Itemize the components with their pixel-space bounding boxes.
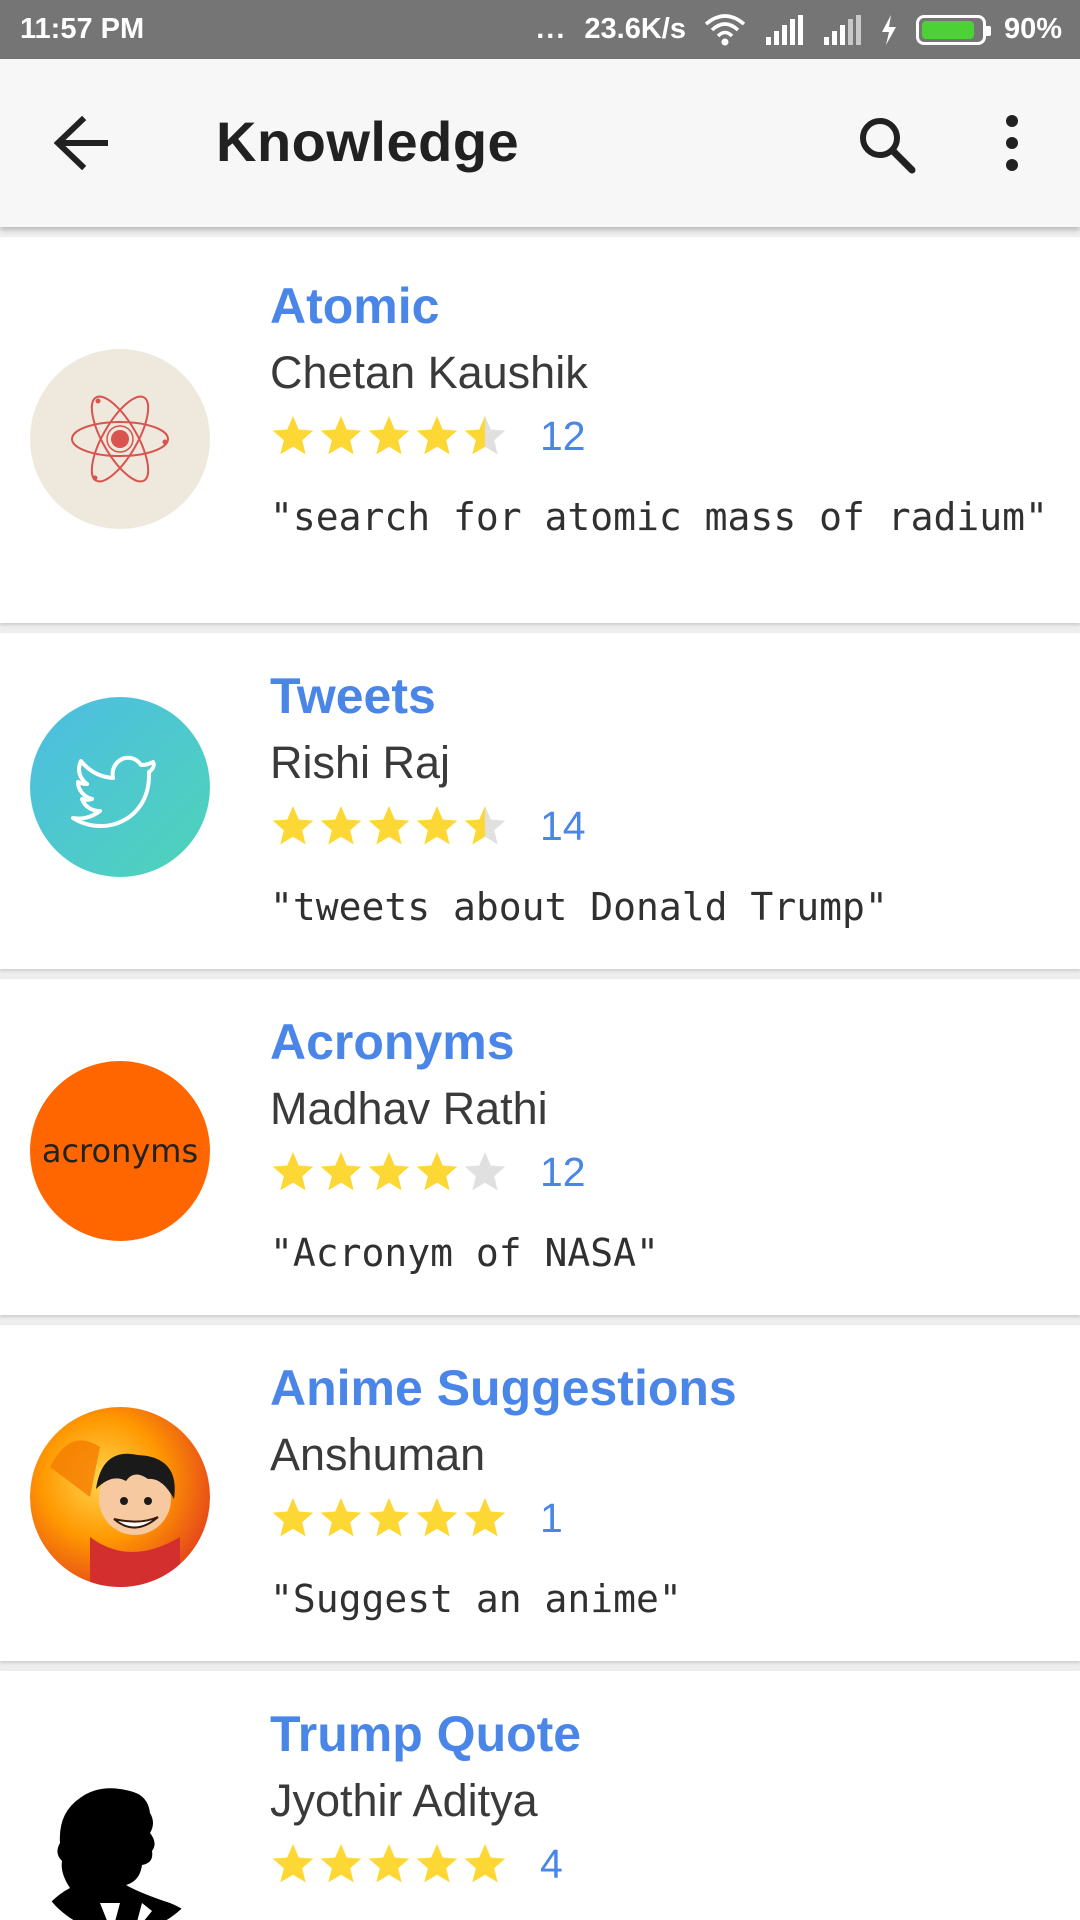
rating-row: 14 — [270, 801, 586, 851]
star-filled-icon — [272, 1151, 314, 1191]
skill-list: Atomic Chetan Kaushik 12 "search for ato… — [0, 227, 1080, 1920]
skill-card[interactable]: Tweets Rishi Raj 14 "tweets about Donald… — [0, 633, 1080, 969]
star-filled-icon — [368, 1151, 410, 1191]
star-filled-icon — [368, 805, 410, 845]
rating-row: 12 — [270, 411, 586, 461]
skill-author: Rishi Raj — [270, 737, 451, 788]
skill-author: Madhav Rathi — [270, 1083, 548, 1134]
skill-author: Anshuman — [270, 1429, 486, 1480]
star-filled-icon — [320, 415, 362, 455]
arrow-back-icon — [53, 115, 108, 171]
skill-name[interactable]: Acronyms — [270, 1013, 515, 1071]
rating-count: 14 — [540, 802, 586, 849]
signal-icon-1 — [764, 14, 804, 45]
anime-character-image — [30, 1407, 210, 1587]
page-title: Knowledge — [216, 110, 520, 173]
skill-card[interactable]: Atomic Chetan Kaushik 12 "search for ato… — [0, 237, 1080, 623]
wifi-icon — [704, 13, 746, 46]
skill-card[interactable]: Anime Suggestions Anshuman 1 "Suggest an… — [0, 1325, 1080, 1661]
battery-percent: 90% — [1003, 13, 1062, 45]
star-filled-icon — [320, 1843, 362, 1883]
battery-icon — [915, 14, 991, 45]
back-button[interactable] — [52, 115, 114, 171]
skill-name[interactable]: Anime Suggestions — [270, 1359, 737, 1417]
star-filled-icon — [272, 805, 314, 845]
rating-count: 4 — [540, 1840, 563, 1887]
network-speed: 23.6K/s — [584, 13, 686, 45]
star-filled-icon — [416, 1151, 458, 1191]
rating-row: 4 — [270, 1839, 563, 1889]
star-rating — [270, 413, 508, 459]
skill-author: Chetan Kaushik — [270, 347, 588, 398]
skill-name[interactable]: Trump Quote — [270, 1705, 581, 1763]
status-time: 11:57 PM — [20, 13, 145, 45]
star-half-icon — [464, 805, 506, 845]
rating-row: 12 — [270, 1147, 586, 1197]
star-filled-icon — [368, 1497, 410, 1537]
star-filled-icon — [272, 1843, 314, 1883]
example-query: "search for atomic mass of radium" — [270, 495, 1048, 539]
star-filled-icon — [464, 1497, 506, 1537]
star-half-icon — [464, 415, 506, 455]
star-filled-icon — [464, 1843, 506, 1883]
trump-silhouette-image — [30, 1753, 210, 1920]
more-options-button[interactable] — [992, 113, 1032, 173]
status-icons: ... 23.6K/s 90% — [536, 13, 1062, 46]
star-filled-icon — [368, 415, 410, 455]
signal-icon-2 — [822, 14, 862, 45]
star-filled-icon — [416, 1497, 458, 1537]
skill-name[interactable]: Atomic — [270, 277, 439, 335]
star-rating — [270, 1495, 508, 1541]
rating-row: 1 — [270, 1493, 563, 1543]
acronyms-logo-text: acronyms — [41, 1132, 199, 1170]
star-filled-icon — [416, 805, 458, 845]
star-empty-icon — [464, 1151, 506, 1191]
star-rating — [270, 1149, 508, 1195]
charging-icon — [880, 14, 898, 45]
example-query: "Suggest an anime" — [270, 1577, 682, 1621]
app-bar: Knowledge — [0, 59, 1080, 227]
star-filled-icon — [272, 415, 314, 455]
star-rating — [270, 803, 508, 849]
search-button[interactable] — [856, 114, 918, 176]
star-filled-icon — [416, 1843, 458, 1883]
skill-author: Jyothir Aditya — [270, 1775, 538, 1826]
atom-icon — [30, 349, 210, 529]
status-dots: ... — [536, 13, 567, 45]
rating-count: 12 — [540, 412, 586, 459]
star-filled-icon — [272, 1497, 314, 1537]
star-filled-icon — [320, 1497, 362, 1537]
star-filled-icon — [320, 805, 362, 845]
search-icon — [860, 118, 916, 174]
skill-name[interactable]: Tweets — [270, 667, 436, 725]
star-filled-icon — [320, 1151, 362, 1191]
example-query: "Acronym of NASA" — [270, 1231, 659, 1275]
status-bar: 11:57 PM ... 23.6K/s 90% — [0, 0, 1080, 59]
skill-card[interactable]: Trump Quote Jyothir Aditya 4 — [0, 1671, 1080, 1920]
example-query: "tweets about Donald Trump" — [270, 885, 888, 929]
star-filled-icon — [416, 415, 458, 455]
rating-count: 1 — [540, 1494, 563, 1541]
star-filled-icon — [368, 1843, 410, 1883]
more-vert-icon — [1006, 115, 1018, 171]
twitter-bird-icon — [30, 697, 210, 877]
acronyms-logo: acronyms — [30, 1061, 210, 1241]
rating-count: 12 — [540, 1148, 586, 1195]
skill-card[interactable]: acronyms Acronyms Madhav Rathi 12 "Acron… — [0, 979, 1080, 1315]
star-rating — [270, 1841, 508, 1887]
